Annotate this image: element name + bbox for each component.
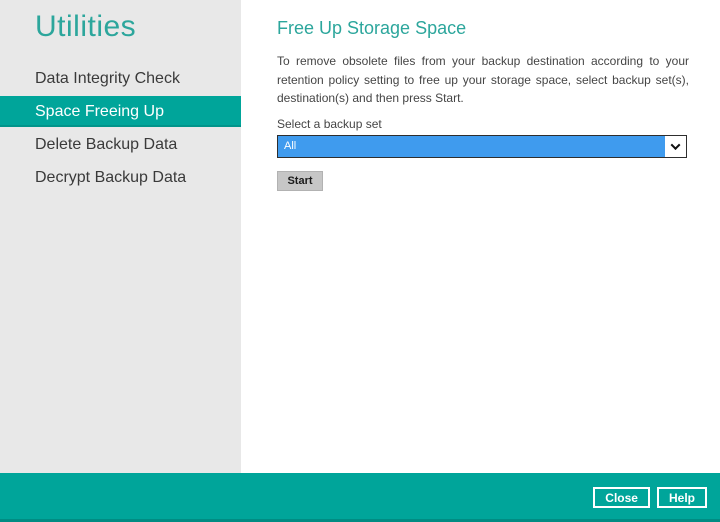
sidebar: Utilities Data Integrity Check Space Fre… [0,0,241,473]
backup-set-select[interactable]: All [277,134,687,158]
page-title: Free Up Storage Space [277,18,467,38]
sidebar-nav: Data Integrity Check Space Freeing Up De… [0,63,241,193]
footer-bar: Close Help [0,473,720,522]
close-button[interactable]: Close [593,487,650,508]
sidebar-item-delete-backup-data[interactable]: Delete Backup Data [0,129,241,160]
sidebar-item-decrypt-backup-data[interactable]: Decrypt Backup Data [0,162,241,193]
sidebar-title: Utilities [35,10,137,43]
backup-set-label: Select a backup set [277,116,382,131]
chevron-glyph [670,139,681,150]
sidebar-item-space-freeing-up[interactable]: Space Freeing Up [0,96,241,127]
backup-set-selected-value: All [278,135,665,157]
main-panel: Free Up Storage Space To remove obsolete… [241,0,720,473]
help-button[interactable]: Help [656,487,707,508]
description-text: To remove obsolete files from your backu… [277,54,689,106]
start-button[interactable]: Start [277,170,323,191]
chevron-down-icon[interactable] [665,135,686,157]
utilities-window: Utilities Data Integrity Check Space Fre… [0,0,720,522]
sidebar-item-data-integrity-check[interactable]: Data Integrity Check [0,63,241,94]
